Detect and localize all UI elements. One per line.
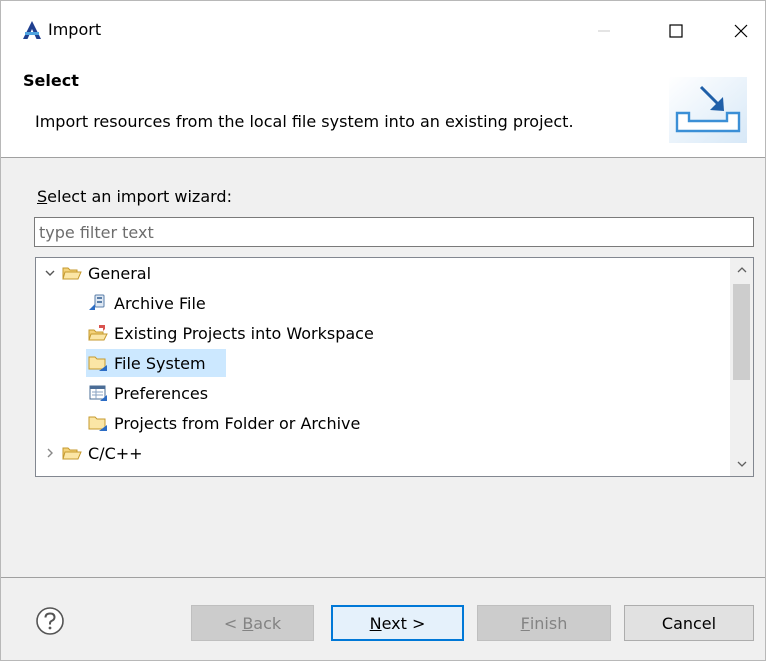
tree-item-preferences[interactable]: Preferences xyxy=(88,379,208,407)
tree-item-cpp[interactable]: C/C++ xyxy=(42,439,143,467)
tree-item-label: Existing Projects into Workspace xyxy=(114,323,374,343)
archive-file-icon xyxy=(88,294,108,312)
folder-open-icon xyxy=(62,264,82,282)
preferences-icon xyxy=(88,384,108,402)
minimize-icon xyxy=(598,30,610,32)
select-wizard-label: Select an import wizard: xyxy=(37,187,232,207)
back-label: ack xyxy=(253,613,282,633)
scroll-thumb[interactable] xyxy=(733,284,750,380)
app-logo-icon xyxy=(23,21,41,39)
page-title: Select xyxy=(23,71,79,90)
maximize-icon xyxy=(669,24,683,38)
tree-item-projects-from-folder[interactable]: Projects from Folder or Archive xyxy=(88,409,360,437)
close-icon xyxy=(734,24,748,38)
wizard-label-mnemonic: S xyxy=(37,187,48,206)
file-system-folder-icon xyxy=(88,354,108,372)
existing-projects-icon xyxy=(88,324,108,342)
back-prefix: < xyxy=(223,613,238,633)
import-banner-icon xyxy=(669,77,747,143)
expanded-chevron-icon[interactable] xyxy=(42,265,58,281)
footer-separator xyxy=(1,577,765,578)
scroll-down-icon xyxy=(737,461,746,467)
maximize-button[interactable] xyxy=(653,11,699,51)
scroll-down-button[interactable] xyxy=(730,452,753,476)
cancel-button[interactable]: Cancel xyxy=(624,605,754,641)
tree-item-archive-file[interactable]: Archive File xyxy=(88,289,206,317)
next-mnemonic: N xyxy=(369,613,382,633)
minimize-button[interactable] xyxy=(581,11,627,51)
wizard-label-text: elect an import wizard: xyxy=(47,187,232,206)
tree-item-general[interactable]: General xyxy=(42,259,151,287)
tree-scrollbar[interactable] xyxy=(730,258,753,476)
finish-button[interactable]: Finish xyxy=(477,605,611,641)
next-label: ext > xyxy=(381,613,426,633)
page-description: Import resources from the local file sys… xyxy=(35,112,574,131)
close-button[interactable] xyxy=(718,11,764,51)
back-button[interactable]: < Back xyxy=(191,605,314,641)
title-bar[interactable]: Import xyxy=(1,1,765,61)
import-dialog: Import Select Import resources from the … xyxy=(0,0,766,661)
tree-item-file-system[interactable]: File System xyxy=(86,349,226,377)
wizard-header: Select Import resources from the local f… xyxy=(1,61,765,158)
next-button[interactable]: Next > xyxy=(331,605,464,641)
collapsed-chevron-icon[interactable] xyxy=(42,445,58,461)
scroll-up-icon xyxy=(737,267,746,273)
finish-mnemonic: F xyxy=(520,613,530,633)
back-mnemonic: B xyxy=(242,613,254,633)
filter-input[interactable] xyxy=(34,217,754,247)
help-icon[interactable] xyxy=(35,606,65,636)
window-title: Import xyxy=(48,20,102,39)
tree-item-existing-projects[interactable]: Existing Projects into Workspace xyxy=(88,319,374,347)
folder-open-icon xyxy=(62,444,82,462)
tree-item-label: Preferences xyxy=(114,383,209,403)
tree-item-label: Archive File xyxy=(114,293,206,313)
tree-item-label: C/C++ xyxy=(88,443,143,463)
wizard-tree[interactable]: General Archive File Existing Projects i… xyxy=(35,257,754,477)
scroll-up-button[interactable] xyxy=(730,258,753,282)
tree-item-label: General xyxy=(88,263,152,283)
tree-item-label: File System xyxy=(114,353,206,373)
tree-item-label: Projects from Folder or Archive xyxy=(114,413,361,433)
finish-label: inish xyxy=(529,613,568,633)
projects-folder-icon xyxy=(88,414,108,432)
